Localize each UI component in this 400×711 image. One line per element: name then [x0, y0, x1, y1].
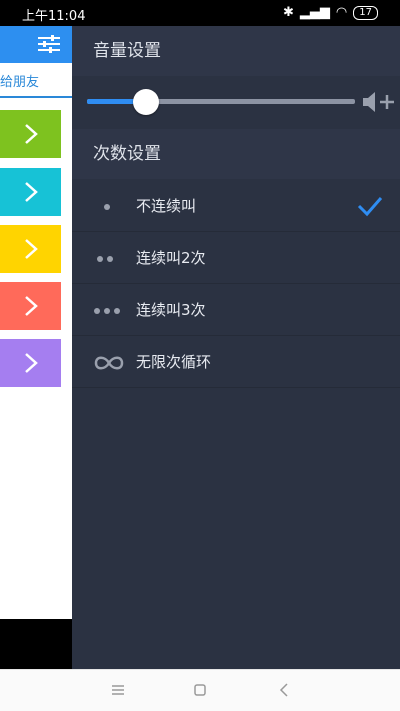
- option-repeat-2[interactable]: 连续叫2次: [72, 233, 400, 284]
- system-nav-bar: [0, 669, 400, 711]
- status-bar: 上午11:04 ✱ ▂▄▆ ◠ 17: [0, 0, 400, 26]
- settings-toggle-button[interactable]: [0, 26, 72, 63]
- checkmark-icon: [357, 197, 383, 217]
- chevron-right-icon: [24, 353, 38, 373]
- battery-level: 17: [359, 6, 372, 18]
- sound-card-yellow[interactable]: [0, 225, 61, 273]
- sound-card-cyan[interactable]: [0, 168, 61, 216]
- chevron-right-icon: [24, 239, 38, 259]
- chevron-right-icon: [24, 182, 38, 202]
- background-bottom-bar: [0, 619, 72, 669]
- sliders-icon: [38, 35, 60, 53]
- option-label: 不连续叫: [136, 197, 197, 215]
- volume-row: [72, 77, 400, 127]
- status-icons: ✱ ▂▄▆ ◠ 17: [283, 5, 378, 20]
- option-no-repeat[interactable]: 不连续叫: [72, 181, 400, 232]
- volume-settings-header: 音量设置: [72, 26, 400, 76]
- repeat-settings-header: 次数设置: [72, 129, 400, 179]
- signal-icon: ▂▄▆: [299, 5, 330, 20]
- back-icon[interactable]: [274, 680, 294, 700]
- bluetooth-icon: ✱: [283, 5, 294, 20]
- option-label: 连续叫2次: [136, 249, 206, 267]
- chevron-right-icon: [24, 124, 38, 144]
- status-time: 上午11:04: [22, 9, 86, 24]
- infinity-icon: [92, 337, 128, 388]
- background-app-panel: 给朋友: [0, 26, 72, 619]
- menu-icon[interactable]: [108, 680, 128, 700]
- volume-slider-thumb[interactable]: [132, 89, 159, 115]
- volume-slider-track[interactable]: [87, 99, 355, 104]
- two-dots-icon: [92, 233, 128, 284]
- option-label: 无限次循环: [136, 353, 212, 371]
- three-dots-icon: [92, 285, 128, 336]
- settings-drawer: 音量设置 次数设置 不连续叫 连续叫2次 连续叫3次 无限次循环: [72, 26, 400, 669]
- share-to-friends-link[interactable]: 给朋友: [0, 70, 72, 98]
- option-label: 连续叫3次: [136, 301, 206, 319]
- wifi-icon: ◠: [335, 5, 348, 20]
- sound-card-purple[interactable]: [0, 339, 61, 387]
- chevron-right-icon: [24, 296, 38, 316]
- one-dot-icon: [92, 181, 128, 232]
- sound-card-red[interactable]: [0, 282, 61, 330]
- battery-icon: 17: [353, 5, 378, 20]
- sound-card-green[interactable]: [0, 110, 61, 158]
- option-infinite-loop[interactable]: 无限次循环: [72, 337, 400, 388]
- volume-up-icon[interactable]: [362, 91, 396, 113]
- home-icon[interactable]: [190, 680, 210, 700]
- option-repeat-3[interactable]: 连续叫3次: [72, 285, 400, 336]
